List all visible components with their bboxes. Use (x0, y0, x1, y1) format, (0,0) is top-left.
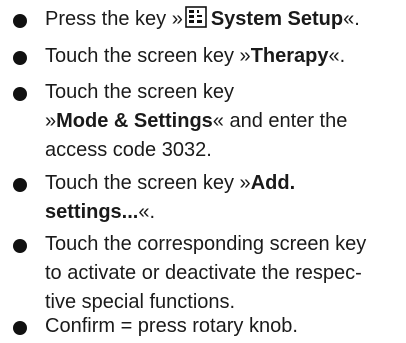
step-3-text: Touch the screen key »Mode & Settings« a… (45, 78, 403, 165)
step-5-line-2: to activate or deactivate the respec- (45, 262, 362, 284)
step-4-line-1-pre: Touch the screen key » (45, 172, 251, 194)
bullet-icon (13, 178, 27, 192)
step-4-line-2-post: «. (138, 201, 156, 223)
step-2-key-label: Therapy (250, 45, 329, 67)
step-5-text: Touch the corresponding screen key to ac… (45, 230, 403, 317)
step-4-line-1: Touch the screen key »Add. (45, 169, 403, 198)
step-6-text: Confirm = press rotary knob. (45, 312, 403, 341)
step-2-post: «. (328, 45, 346, 67)
step-1-text: Press the key » System Setup«. (45, 5, 403, 37)
step-3-line-3: access code 3032. (45, 139, 212, 161)
step-2-text: Touch the screen key »Therapy«. (45, 42, 403, 71)
step-4-key-label-2: settings... (45, 201, 139, 223)
step-4-text: Touch the screen key »Add. settings...«. (45, 169, 403, 227)
step-3-line-2-post: « and enter the (212, 110, 348, 132)
step-3-line-1: Touch the screen key (45, 81, 234, 103)
step-4-key-label-1: Add. (250, 172, 296, 194)
step-4-line-2: settings...«. (45, 198, 403, 227)
bullet-icon (13, 14, 27, 28)
step-5-line-1: Touch the corresponding screen key (45, 233, 367, 255)
step-1-pre: Press the key » (45, 8, 183, 30)
bullet-icon (13, 239, 27, 253)
step-1-key-label: System Setup (210, 8, 344, 30)
step-3-key-label: Mode & Settings (56, 110, 213, 132)
bullet-icon (13, 87, 27, 101)
bullet-icon (13, 321, 27, 335)
step-1-post: «. (343, 8, 360, 30)
system-setup-key-icon (185, 6, 207, 37)
step-6-line: Confirm = press rotary knob. (45, 315, 298, 337)
step-2-pre: Touch the screen key » (45, 45, 251, 67)
step-3-line-2-pre: » (45, 110, 57, 132)
bullet-icon (13, 51, 27, 65)
step-3-line-2: »Mode & Settings« and enter the (45, 107, 403, 136)
